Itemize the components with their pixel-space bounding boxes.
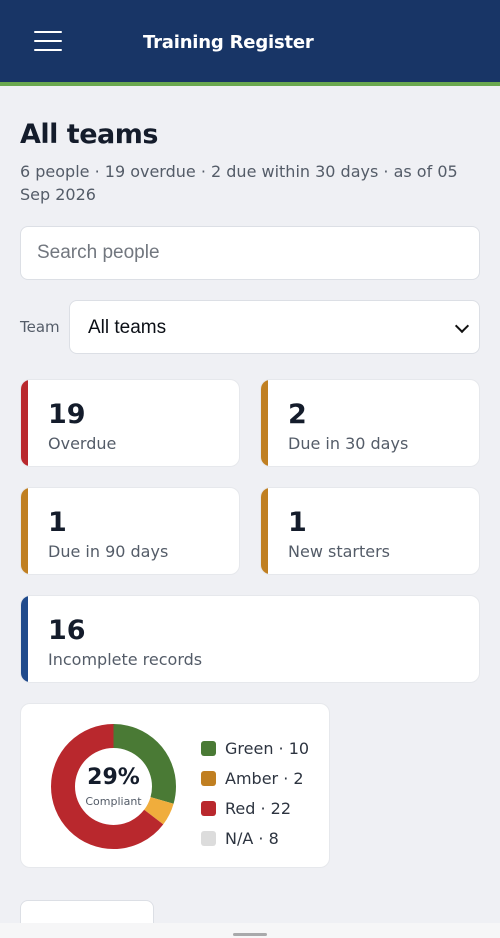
team-filter-label: Team: [20, 318, 60, 336]
stat-value: 2: [288, 399, 307, 430]
app-title: Training Register: [143, 32, 314, 53]
legend-label: Green · 10: [225, 738, 310, 758]
stat-value: 1: [48, 507, 67, 538]
legend-swatch: [201, 800, 216, 816]
stat-card-overdue[interactable]: 19 Overdue: [20, 379, 240, 467]
legend-item-amber: Amber · 2: [201, 763, 309, 793]
legend-swatch: [201, 770, 216, 786]
stat-value: 16: [48, 615, 86, 646]
stat-label: Overdue: [48, 434, 117, 453]
stat-card-due-30-days[interactable]: 2 Due in 30 days: [260, 379, 480, 467]
compliance-chart-card: 29% Compliant Green · 10 Amber · 2 Red ·…: [20, 703, 330, 868]
legend-item-green: Green · 10: [201, 733, 309, 763]
stat-label: Incomplete records: [48, 650, 203, 669]
page-subtitle: 6 people · 19 overdue · 2 due within 30 …: [20, 162, 458, 204]
legend-swatch: [201, 740, 216, 756]
legend-label: Red · 22: [225, 798, 292, 818]
main-content: All teams 6 people · 19 overdue · 2 due …: [0, 119, 500, 868]
team-filter: Team All teams: [20, 300, 480, 354]
legend-label: N/A · 8: [225, 828, 279, 848]
page-title: All teams: [20, 119, 158, 150]
search-input[interactable]: [20, 226, 480, 280]
stat-card-new-starters[interactable]: 1 New starters: [260, 487, 480, 575]
hamburger-menu-icon[interactable]: [34, 31, 62, 51]
stat-label: New starters: [288, 542, 391, 561]
legend-label: Amber · 2: [225, 768, 304, 788]
stat-card-due-90-days[interactable]: 1 Due in 90 days: [20, 487, 240, 575]
chevron-down-icon: [454, 318, 470, 334]
bottom-bar: [0, 923, 500, 938]
compliance-percent: 29%: [87, 765, 140, 790]
team-select-value: All teams: [88, 317, 167, 338]
compliance-legend: Green · 10 Amber · 2 Red · 22 N/A · 8: [201, 733, 309, 853]
team-select[interactable]: All teams: [69, 300, 480, 354]
stat-value: 1: [288, 507, 307, 538]
app-header: Training Register: [0, 0, 500, 82]
header-accent-line: [0, 82, 500, 86]
stat-value: 19: [48, 399, 86, 430]
stat-label: Due in 30 days: [288, 434, 409, 453]
drag-handle-icon[interactable]: [233, 933, 267, 936]
legend-swatch: [201, 830, 216, 846]
stat-cards: 19 Overdue 2 Due in 30 days 1 Due in 90 …: [20, 379, 480, 683]
compliance-sublabel: Compliant: [85, 795, 142, 808]
legend-item-na: N/A · 8: [201, 823, 309, 853]
legend-item-red: Red · 22: [201, 793, 309, 823]
stat-label: Due in 90 days: [48, 542, 169, 561]
stat-card-incomplete-records[interactable]: 16 Incomplete records: [20, 595, 480, 683]
